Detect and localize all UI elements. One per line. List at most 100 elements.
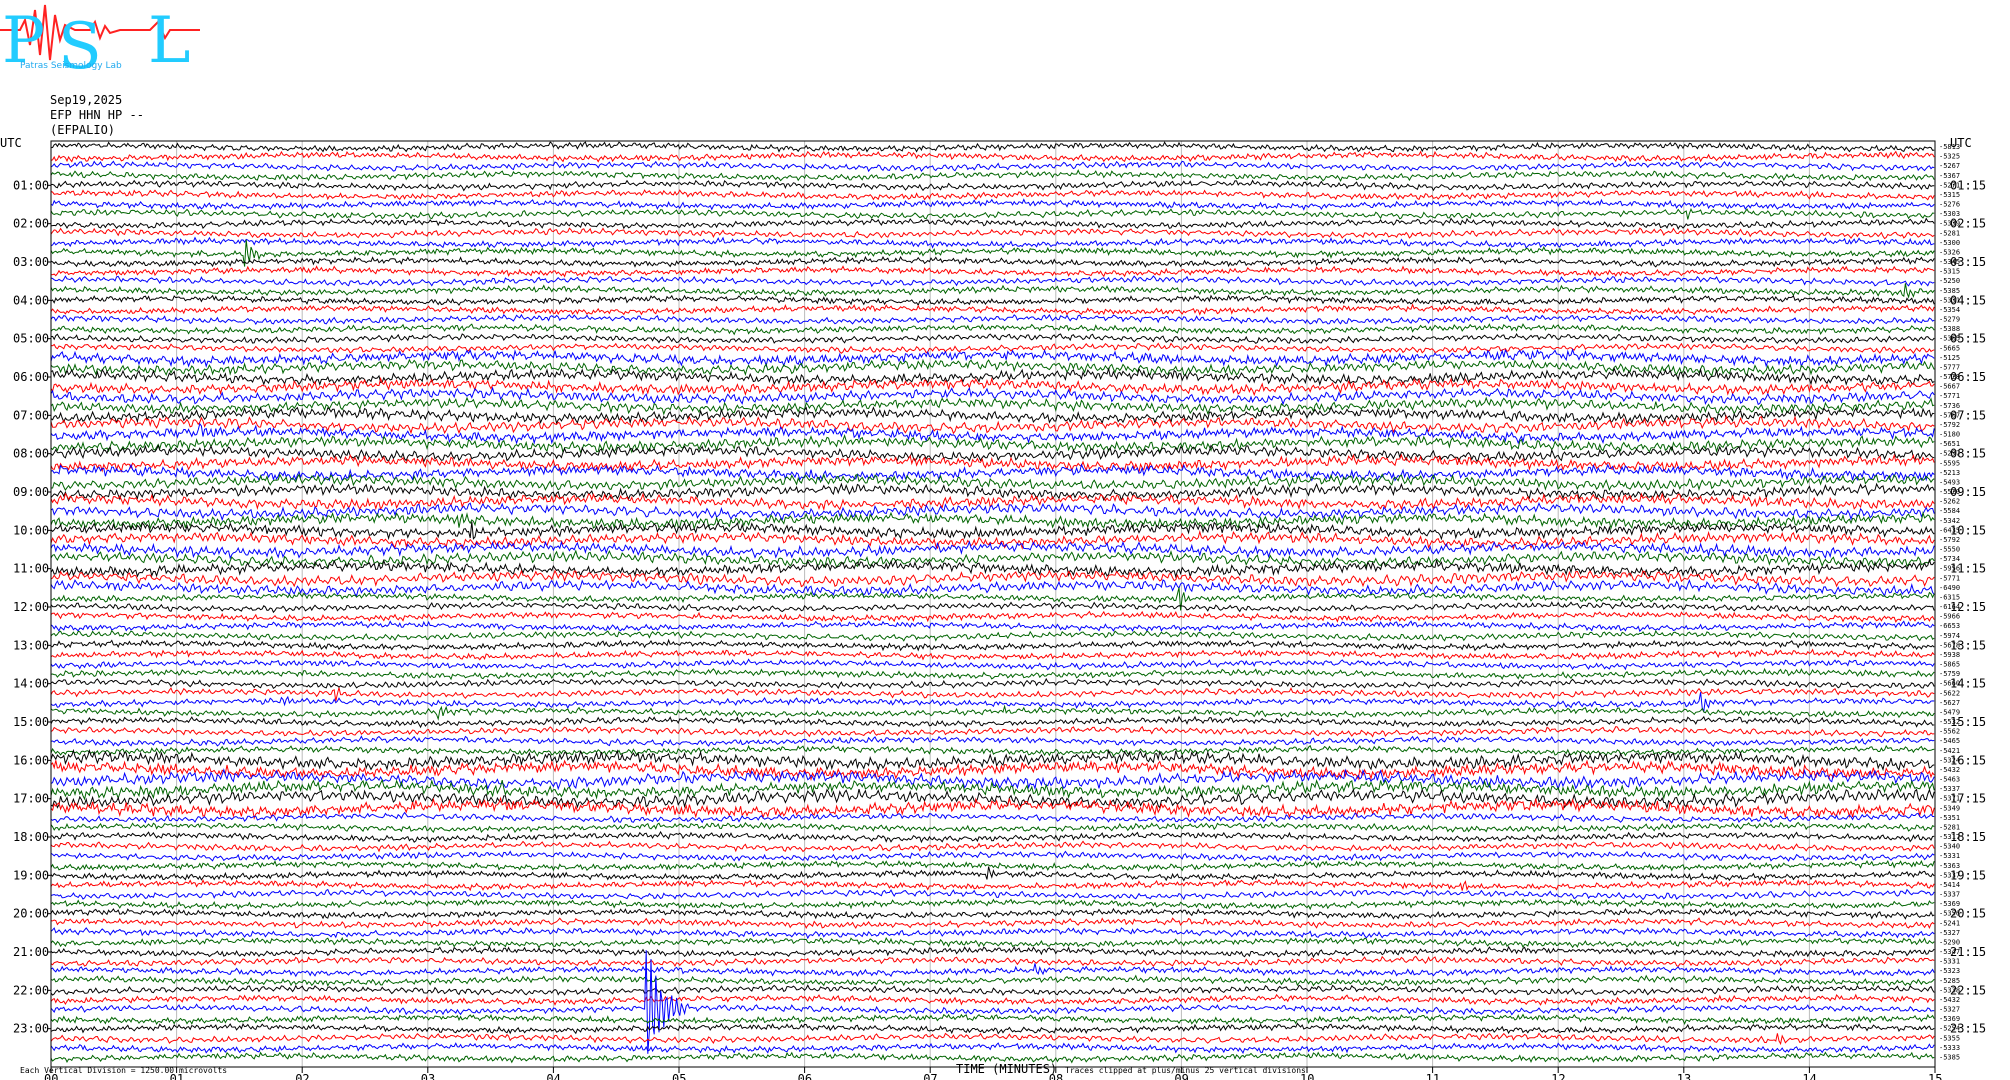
right-tick-label: 23:15 bbox=[1950, 1022, 1986, 1036]
trace-line bbox=[50, 658, 1935, 671]
left-tick-label: 03:00 bbox=[13, 255, 49, 269]
trace-line bbox=[50, 963, 1935, 978]
right-tick-label: 10:15 bbox=[1950, 523, 1986, 537]
trace-line bbox=[50, 993, 1935, 1007]
trace-line bbox=[50, 265, 1935, 278]
trace-line bbox=[50, 878, 1935, 892]
trace-line bbox=[50, 578, 1935, 598]
trace-offset-label: -5550 bbox=[1939, 546, 1960, 554]
left-tick-label: 11:00 bbox=[13, 562, 49, 576]
seismic-traces bbox=[50, 141, 1935, 1064]
trace-line bbox=[50, 811, 1935, 824]
left-tick-label: 08:00 bbox=[13, 447, 49, 461]
trace-line bbox=[50, 313, 1935, 326]
trace-offset-label: -5267 bbox=[1939, 162, 1960, 170]
trace-line bbox=[50, 898, 1935, 911]
x-tick-label: 15 bbox=[1928, 1072, 1942, 1080]
trace-line bbox=[50, 283, 1935, 299]
trace-line bbox=[50, 1032, 1935, 1046]
right-tick-label: 05:15 bbox=[1950, 332, 1986, 346]
right-tick-label: 13:15 bbox=[1950, 638, 1986, 652]
trace-line bbox=[50, 974, 1935, 988]
right-tick-label: 18:15 bbox=[1950, 830, 1986, 844]
trace-offset-label: -5584 bbox=[1939, 507, 1960, 515]
trace-offset-label: -5327 bbox=[1939, 1006, 1960, 1014]
trace-offset-label: -5213 bbox=[1939, 469, 1960, 477]
trace-line bbox=[50, 453, 1935, 474]
right-tick-label: 02:15 bbox=[1950, 217, 1986, 231]
trace-offset-label: -5771 bbox=[1939, 392, 1960, 400]
trace-line bbox=[50, 715, 1935, 729]
trace-line bbox=[50, 859, 1935, 873]
trace-line bbox=[50, 907, 1935, 920]
trace-line bbox=[50, 141, 1935, 153]
left-tick-label: 12:00 bbox=[13, 600, 49, 614]
trace-line bbox=[50, 1013, 1935, 1026]
trace-line bbox=[50, 236, 1935, 249]
left-axis-label: UTC bbox=[0, 136, 22, 150]
trace-offset-label: -5325 bbox=[1939, 153, 1960, 161]
trace-line bbox=[50, 332, 1935, 345]
right-tick-label: 17:15 bbox=[1950, 792, 1986, 806]
x-tick-label: 11 bbox=[1426, 1072, 1440, 1080]
right-axis-label: UTC bbox=[1950, 136, 1972, 150]
x-tick-label: 12 bbox=[1551, 1072, 1565, 1080]
right-tick-label: 07:15 bbox=[1950, 408, 1986, 422]
trace-line bbox=[50, 275, 1935, 288]
right-tick-label: 04:15 bbox=[1950, 293, 1986, 307]
left-tick-label: 22:00 bbox=[13, 983, 49, 997]
trace-line bbox=[50, 725, 1935, 738]
trace-line bbox=[50, 198, 1935, 211]
right-tick-label: 22:15 bbox=[1950, 983, 1986, 997]
trace-line bbox=[50, 569, 1935, 588]
left-tick-label: 01:00 bbox=[13, 178, 49, 192]
left-tick-label: 09:00 bbox=[13, 485, 49, 499]
left-tick-label: 07:00 bbox=[13, 408, 49, 422]
right-tick-label: 01:15 bbox=[1950, 178, 1986, 192]
left-tick-label: 13:00 bbox=[13, 638, 49, 652]
trace-offset-label: -5180 bbox=[1939, 431, 1960, 439]
trace-offset-label: -5463 bbox=[1939, 776, 1960, 784]
left-tick-label: 05:00 bbox=[13, 332, 49, 346]
trace-line bbox=[50, 255, 1935, 268]
trace-line bbox=[50, 511, 1935, 532]
x-tick-label: 13 bbox=[1677, 1072, 1691, 1080]
right-tick-label: 06:15 bbox=[1950, 370, 1986, 384]
trace-line bbox=[50, 1042, 1935, 1055]
trace-line bbox=[50, 558, 1935, 579]
trace-line bbox=[50, 620, 1935, 633]
trace-line bbox=[50, 917, 1935, 930]
trace-offset-label: -5279 bbox=[1939, 316, 1960, 324]
trace-line bbox=[50, 648, 1935, 661]
trace-line bbox=[50, 347, 1935, 368]
trace-offset-label: -5250 bbox=[1939, 277, 1960, 285]
trace-line bbox=[50, 207, 1935, 220]
trace-line bbox=[50, 601, 1935, 614]
axes: 00 01 02 03 04 05 06 07 08 09 10 11 12 13 14 15-5813-53… bbox=[13, 140, 1986, 1080]
trace-offset-label: -5300 bbox=[1939, 239, 1960, 247]
x-tick-label: 14 bbox=[1802, 1072, 1816, 1080]
right-tick-label: 09:15 bbox=[1950, 485, 1986, 499]
trace-line bbox=[50, 294, 1935, 307]
trace-line bbox=[50, 667, 1935, 681]
trace-offset-label: -5385 bbox=[1939, 1053, 1960, 1061]
left-tick-label: 06:00 bbox=[13, 370, 49, 384]
clip-note: Traces clipped at plus/minus 25 vertical… bbox=[1065, 1066, 1306, 1075]
left-tick-label: 04:00 bbox=[13, 293, 49, 307]
trace-line bbox=[50, 227, 1935, 240]
trace-offset-label: -5351 bbox=[1939, 814, 1960, 822]
trace-line bbox=[50, 303, 1935, 316]
right-tick-label: 19:15 bbox=[1950, 868, 1986, 882]
trace-line bbox=[50, 1022, 1935, 1035]
trace-line bbox=[50, 735, 1935, 748]
trace-line bbox=[50, 323, 1935, 336]
left-tick-label: 17:00 bbox=[13, 792, 49, 806]
trace-offset-label: -5337 bbox=[1939, 891, 1960, 899]
trace-offset-label: -5865 bbox=[1939, 661, 1960, 669]
trace-line bbox=[50, 936, 1935, 949]
x-tick-label: 02 bbox=[295, 1072, 309, 1080]
trace-line bbox=[50, 840, 1935, 853]
left-tick-label: 14:00 bbox=[13, 677, 49, 691]
trace-offset-label: -5276 bbox=[1939, 201, 1960, 209]
x-tick-label: 07 bbox=[923, 1072, 937, 1080]
